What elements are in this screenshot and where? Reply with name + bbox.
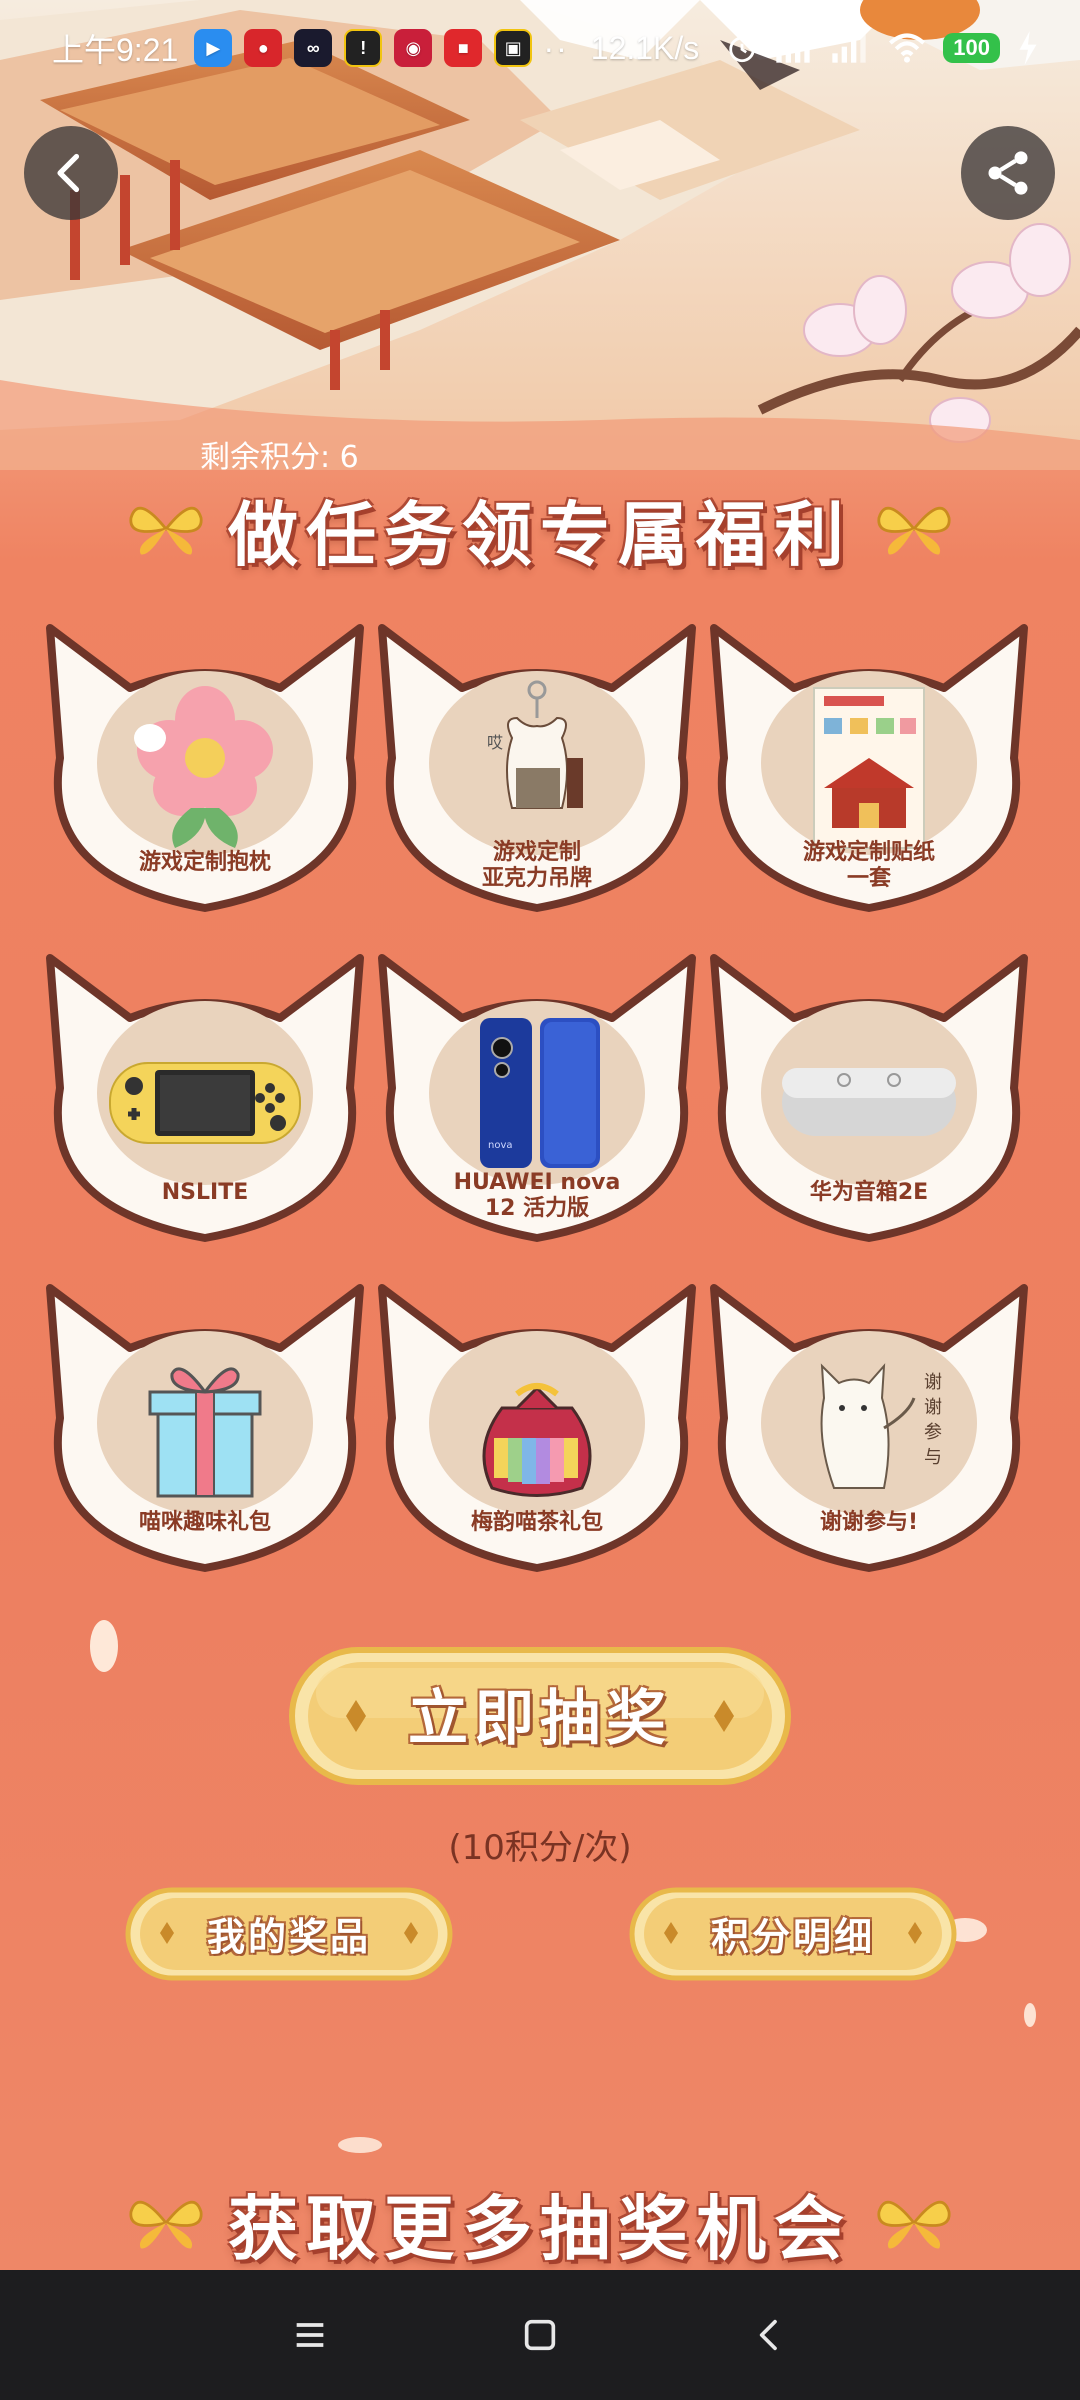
app-icon-5: ◉ [394, 29, 433, 67]
battery-indicator: 100 [943, 33, 1000, 63]
share-icon [988, 151, 1028, 195]
back-button[interactable] [24, 126, 118, 220]
menu-nav-button[interactable] [280, 2305, 340, 2365]
charging-icon [1019, 31, 1037, 65]
signal-icon-2 [832, 33, 866, 63]
prize-label: HUAWEI nova 12 活力版 [453, 1170, 621, 1221]
back-nav-button[interactable] [740, 2305, 800, 2365]
app-icon-2: ● [244, 29, 283, 67]
status-app-icons: ▶ ● ∞ ! ◉ ■ ▣ [194, 29, 533, 67]
sticker-set-image [813, 687, 925, 849]
petal-decoration [338, 2137, 382, 2153]
nslite-image [109, 1062, 301, 1144]
pillow-image [134, 686, 273, 848]
butterfly-icon [129, 506, 203, 555]
status-time: 上午9:21 [52, 32, 179, 68]
prize-card-nslite: NSLITE [40, 948, 370, 1258]
svg-text:参: 参 [924, 1422, 942, 1443]
prize-card-speaker: 华为音箱2E [704, 948, 1034, 1258]
my-prizes-label: 我的奖品 [206, 1914, 371, 1959]
prize-label: NSLITE [161, 1180, 249, 1205]
petal-decoration [1024, 2003, 1036, 2027]
prize-label: 梅韵喵茶礼包 [470, 1510, 603, 1535]
svg-text:谢: 谢 [924, 1397, 942, 1418]
prize-card-cat-gift: 喵咪趣味礼包 [40, 1278, 370, 1588]
prize-card-pillow: 游戏定制抱枕 [40, 618, 370, 928]
status-bar: 上午9:21 ▶ ● ∞ ! ◉ ■ ▣ ·· 12.1K/s 100 [0, 0, 1080, 96]
gift-box-image [148, 1367, 262, 1498]
butterfly-icon [877, 2200, 951, 2249]
network-speed: 12.1K/s [590, 29, 700, 66]
svg-text:nova: nova [488, 1140, 513, 1151]
draw-cost: (10积分/次) [448, 1828, 632, 1868]
status-right-icons: 100 [725, 31, 1040, 65]
prize-label: 华为音箱2E [809, 1180, 929, 1205]
prize-label: 游戏定制贴纸 一套 [802, 840, 935, 891]
share-button[interactable] [961, 126, 1055, 220]
tasks-banner-title: 做任务领专属福利 [228, 493, 852, 576]
prize-label: 谢谢参与! [819, 1510, 919, 1535]
points-detail-label: 积分明细 [710, 1914, 875, 1959]
draw-now-label: 立即抽奖 [408, 1683, 672, 1754]
home-nav-button[interactable] [510, 2305, 570, 2365]
alarm-icon [729, 36, 756, 63]
prize-card-sticker-set: 游戏定制贴纸 一套 [704, 618, 1034, 928]
prize-label: 游戏定制抱枕 [138, 850, 271, 875]
huawei-nova-image: nova [480, 1018, 600, 1168]
svg-text:谢: 谢 [924, 1372, 942, 1393]
chevron-left-icon [57, 153, 80, 193]
prize-card-acrylic-charm: 哎 游戏定制 亚克力吊牌 [372, 618, 702, 928]
more-chances-title: 获取更多抽奖机会 [228, 2187, 852, 2270]
prize-card-tea-gift: 梅韵喵茶礼包 [372, 1278, 702, 1588]
system-navigation-bar [0, 2270, 1080, 2400]
svg-text:哎: 哎 [487, 733, 503, 752]
tasks-banner: 做任务领专属福利 [60, 474, 1020, 584]
status-overflow: ·· [543, 29, 569, 66]
prize-label: 游戏定制 亚克力吊牌 [481, 840, 592, 891]
points-detail-button[interactable]: 积分明细 [628, 1884, 958, 1982]
app-icon-7: ▣ [494, 29, 533, 67]
thanks-cat-image: 谢谢参与 [820, 1363, 942, 1489]
petal-decoration [90, 1620, 118, 1672]
remaining-points: 剩余积分: 6 [200, 440, 359, 475]
signal-icon [776, 33, 810, 63]
prize-label: 喵咪趣味礼包 [138, 1510, 271, 1535]
lottery-page: 上午9:21 ▶ ● ∞ ! ◉ ■ ▣ ·· 12.1K/s 100 剩余积分… [0, 0, 1080, 2270]
butterfly-icon [877, 506, 951, 555]
more-chances-banner: 获取更多抽奖机会 [60, 2168, 1020, 2270]
app-icon-4: ! [344, 29, 383, 67]
tea-pouch-image [482, 1383, 592, 1497]
speaker-image [782, 1068, 956, 1136]
draw-now-button[interactable]: 立即抽奖 [286, 1638, 794, 1788]
wifi-icon [889, 33, 926, 63]
acrylic-charm-image: 哎 [487, 680, 583, 809]
prize-card-huawei-nova: nova HUAWEI nova 12 活力版 [372, 948, 702, 1258]
back-triangle-icon [759, 2319, 777, 2351]
app-icon-3: ∞ [294, 29, 333, 67]
app-icon-1: ▶ [194, 29, 233, 67]
prize-card-thanks: 谢谢参与 谢谢参与! [704, 1278, 1034, 1588]
home-square-icon [524, 2319, 556, 2351]
my-prizes-button[interactable]: 我的奖品 [124, 1884, 454, 1982]
app-icon-6: ■ [444, 29, 483, 67]
svg-text:与: 与 [924, 1447, 942, 1468]
menu-icon [296, 2323, 324, 2347]
butterfly-icon [129, 2200, 203, 2249]
